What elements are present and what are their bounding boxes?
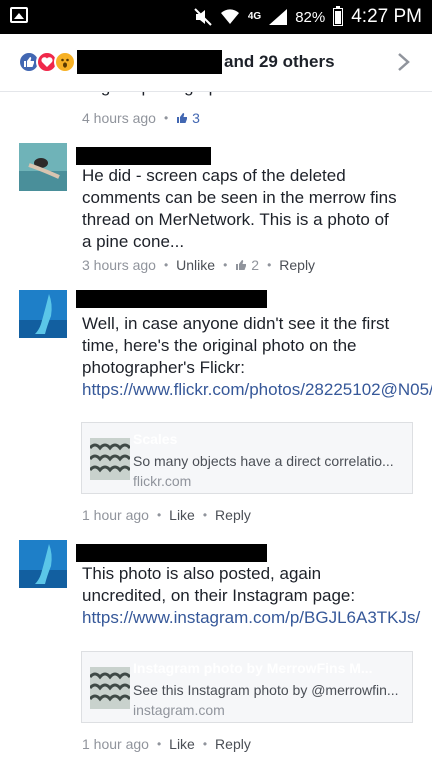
flickr-link[interactable]: https://www.flickr.com/photos/28225102@N… bbox=[82, 379, 432, 401]
wow-icon bbox=[54, 51, 76, 73]
reply-link[interactable]: Reply bbox=[279, 257, 315, 273]
avatar[interactable] bbox=[19, 540, 67, 588]
like-link[interactable]: Like bbox=[169, 507, 195, 523]
reactions-header[interactable]: and 29 others bbox=[0, 34, 432, 92]
status-bar: 4G 82% 4:27 PM bbox=[0, 0, 432, 34]
battery-percent: 82% bbox=[295, 8, 326, 26]
instagram-link[interactable]: https://www.instagram.com/p/BGJL6A3TKJs/ bbox=[82, 607, 420, 629]
avatar[interactable] bbox=[19, 290, 67, 338]
comment-time: 3 hours ago bbox=[82, 257, 156, 273]
comments-card: and 29 others original photographer? 4 h… bbox=[0, 34, 432, 768]
thumbs-up-icon bbox=[236, 260, 247, 270]
chevron-right-icon[interactable] bbox=[396, 52, 412, 72]
link-preview[interactable]: Instagram photo by MerrowFins M... See t… bbox=[81, 651, 413, 723]
reply-link[interactable]: Reply bbox=[215, 736, 251, 752]
comment-time: 1 hour ago bbox=[82, 507, 149, 523]
network-type: 4G bbox=[247, 11, 262, 22]
comment-text: Well, in case anyone didn't see it the f… bbox=[82, 314, 394, 377]
wifi-icon bbox=[220, 9, 239, 24]
battery-icon bbox=[333, 6, 344, 26]
unlike-link[interactable]: Unlike bbox=[176, 257, 215, 273]
redacted-names bbox=[77, 50, 222, 74]
comment-meta: 1 hour ago • Like • Reply bbox=[82, 507, 251, 523]
previous-comment-meta: 4 hours ago • 3 bbox=[82, 110, 200, 126]
comment-text: This photo is also posted, again uncredi… bbox=[82, 564, 356, 605]
comment-meta: 1 hour ago • Like • Reply bbox=[82, 736, 251, 752]
redacted-author-name bbox=[76, 147, 211, 165]
preview-thumbnail bbox=[90, 667, 130, 709]
link-preview[interactable]: Scales So many objects have a direct cor… bbox=[81, 422, 413, 494]
preview-domain: flickr.com bbox=[133, 473, 192, 489]
redacted-author-name bbox=[76, 290, 267, 308]
reply-link[interactable]: Reply bbox=[215, 507, 251, 523]
preview-thumbnail bbox=[90, 438, 130, 480]
redacted-author-name bbox=[76, 544, 267, 562]
mute-icon bbox=[194, 8, 212, 26]
like-link[interactable]: Like bbox=[169, 736, 195, 752]
gallery-notification-icon bbox=[10, 7, 28, 23]
thumbs-up-icon bbox=[177, 113, 188, 123]
preview-domain: instagram.com bbox=[133, 702, 225, 718]
preview-description: So many objects have a direct correlatio… bbox=[133, 453, 394, 469]
like-count[interactable]: 2 bbox=[235, 257, 259, 273]
comment-time: 1 hour ago bbox=[82, 736, 149, 752]
avatar[interactable] bbox=[19, 143, 67, 191]
preview-title: Instagram photo by MerrowFins M... bbox=[133, 660, 373, 676]
preview-description: See this Instagram photo by @merrowfin..… bbox=[133, 682, 399, 698]
signal-icon bbox=[269, 9, 288, 25]
reactions-others: and 29 others bbox=[224, 52, 335, 71]
like-count[interactable]: 3 bbox=[176, 110, 200, 126]
comment-time: 4 hours ago bbox=[82, 110, 156, 126]
preview-title: Scales bbox=[133, 431, 178, 447]
clock: 4:27 PM bbox=[351, 6, 422, 27]
comment-text: He did - screen caps of the deleted comm… bbox=[82, 166, 402, 251]
comment-meta: 3 hours ago • Unlike • 2 • Reply bbox=[82, 257, 316, 273]
